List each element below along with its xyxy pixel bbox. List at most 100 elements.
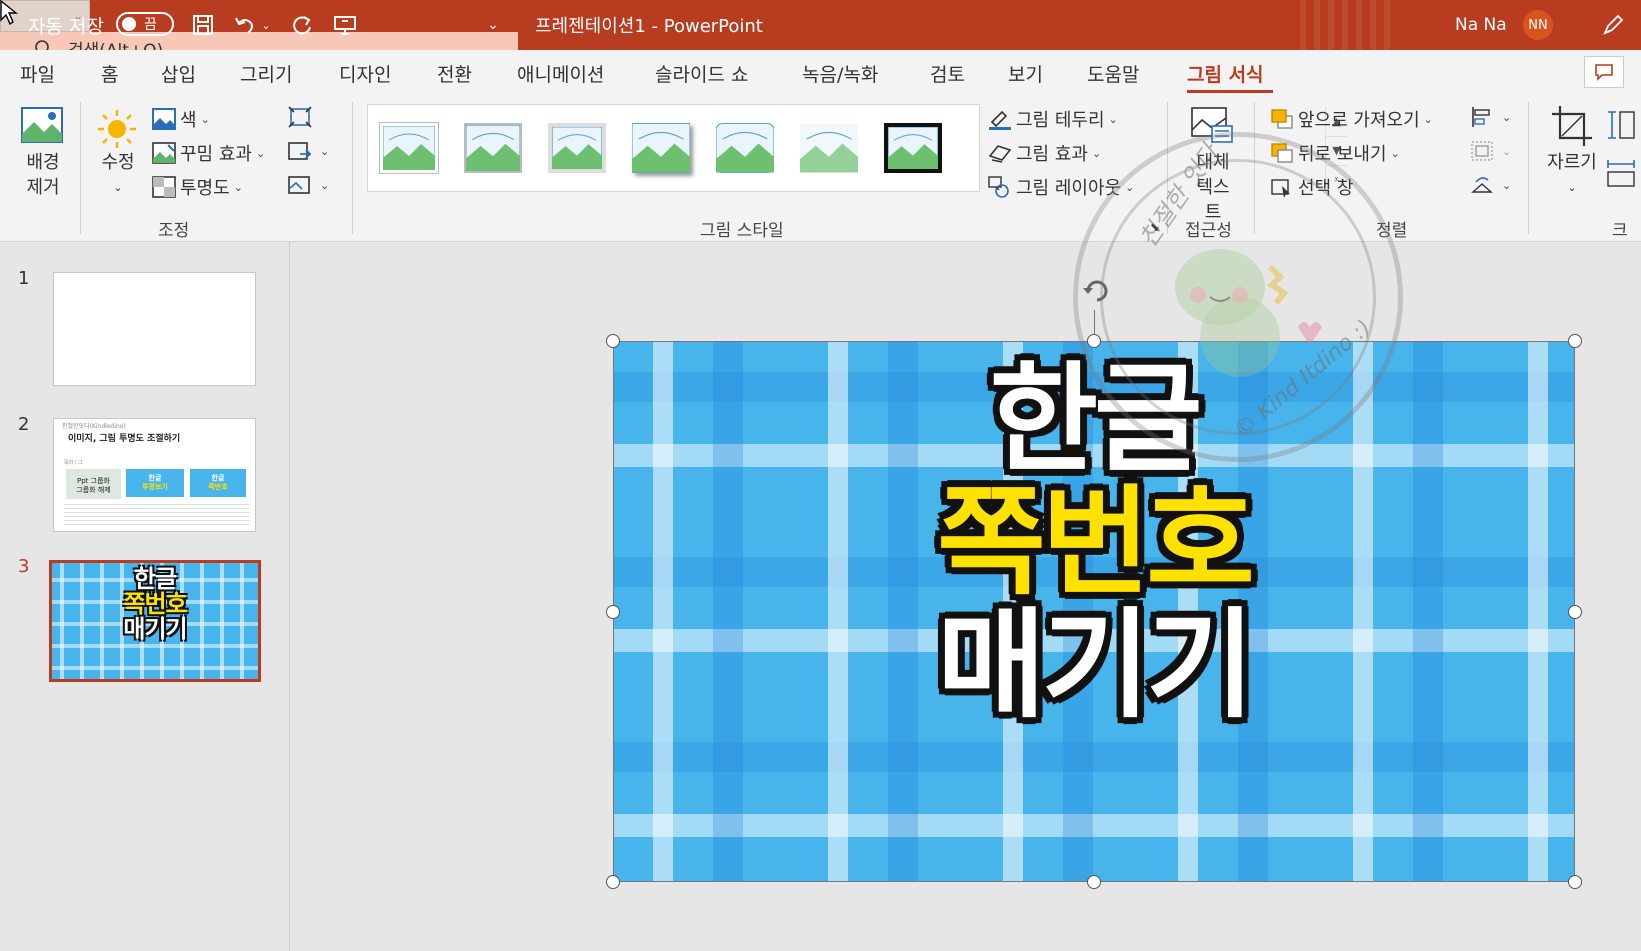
- resize-handle-right[interactable]: [1568, 605, 1582, 619]
- bring-forward-icon: [1271, 109, 1293, 129]
- selection-outline: [613, 341, 1575, 882]
- ribbon: 배경 제거 수정 ⌄ 색 ⌄ 꾸밈 효과 ⌄ 투명도 ⌄ ⌄ ⌄ 조정 ▲ ▼ ⩡ 그림 …: [0, 96, 1641, 266]
- rotate-icon[interactable]: ⌄: [1470, 174, 1511, 196]
- bring-forward-button[interactable]: 앞으로 가져오기 ⌄: [1270, 106, 1433, 132]
- tab-transitions[interactable]: 전환: [437, 60, 472, 87]
- resize-handle-bottom-right[interactable]: [1568, 875, 1582, 889]
- resize-handle-bottom[interactable]: [1087, 875, 1101, 889]
- picture-style-7[interactable]: [884, 123, 942, 173]
- thumb2-title: 이미지, 그림 투명도 조절하기: [68, 434, 181, 444]
- tab-design[interactable]: 디자인: [339, 60, 391, 87]
- designer-pen-icon[interactable]: [1598, 0, 1628, 50]
- title-bar-decoration: [1300, 0, 1390, 50]
- tab-review[interactable]: 검토: [930, 60, 965, 87]
- tab-insert[interactable]: 삽입: [161, 60, 196, 87]
- slide-thumbnail-2[interactable]: 친절한잇다(Kindledino) 이미지, 그림 투명도 조절하기 목차 / …: [53, 418, 256, 532]
- separator: [352, 102, 353, 234]
- thumb2-card-1: Ppt 그룹화 그룹화 해제: [66, 469, 121, 499]
- thumb2-sub: 목차 / 그: [64, 460, 83, 466]
- save-icon[interactable]: [188, 0, 218, 50]
- tab-picture-format[interactable]: 그림 서식: [1187, 60, 1264, 87]
- picture-style-1[interactable]: [380, 123, 438, 173]
- height-icon[interactable]: [1606, 110, 1636, 140]
- reset-picture-icon[interactable]: ⌄: [288, 174, 329, 196]
- picture-styles-gallery: ▲ ▼ ⩡: [367, 104, 1347, 193]
- tab-record[interactable]: 녹음/녹화: [802, 60, 878, 87]
- resize-handle-bottom-left[interactable]: [606, 875, 620, 889]
- compress-pictures-icon[interactable]: [288, 106, 316, 128]
- group-label-adjust: 조정: [158, 221, 190, 241]
- artistic-effects-button[interactable]: 꾸밈 효과 ⌄: [152, 140, 265, 166]
- crop-icon[interactable]: [1550, 104, 1594, 148]
- remove-background-button[interactable]: 배경 제거: [20, 150, 66, 200]
- tab-home[interactable]: 홈: [101, 60, 118, 87]
- document-title: 프레젠테이션1 - PowerPoint: [535, 16, 763, 37]
- user-name[interactable]: Na Na: [1455, 0, 1507, 50]
- picture-style-3[interactable]: [548, 123, 606, 173]
- thumb2-body-lines: [64, 503, 249, 525]
- slide-thumbnail-1[interactable]: [53, 272, 256, 386]
- watermark-stamp: 친절한 잇다 © Kind Itdino :): [1073, 132, 1403, 462]
- active-tab-indicator: [1187, 90, 1273, 93]
- color-button[interactable]: 색 ⌄: [152, 106, 210, 132]
- menu-bar: 파일 홈 삽입 그리기 디자인 전환 애니메이션 슬라이드 쇼 녹음/녹화 검토…: [0, 50, 1641, 96]
- group-objects-icon[interactable]: ⌄: [1470, 140, 1511, 162]
- thumb3-line2: 쪽번호: [123, 590, 187, 618]
- crop-button[interactable]: 자르기 ⌄: [1542, 150, 1602, 200]
- change-picture-icon[interactable]: ⌄: [288, 140, 329, 162]
- title-bar: 자동 저장 끔 ⌄ ⌄ ⌄ 프레젠테이션1 - PowerPoint 검색(Al…: [0, 0, 1641, 65]
- tab-file[interactable]: 파일: [20, 60, 55, 87]
- redo-icon[interactable]: [287, 0, 317, 50]
- tab-view[interactable]: 보기: [1008, 60, 1043, 87]
- autosave-toggle[interactable]: 끔: [116, 12, 174, 36]
- autosave-state: 끔: [144, 17, 157, 33]
- group-label-picture-styles: 그림 스타일: [700, 221, 784, 241]
- slide-number: 1: [18, 268, 30, 289]
- undo-dropdown-icon[interactable]: ⌄: [258, 0, 274, 50]
- comments-button[interactable]: [1584, 56, 1624, 88]
- avatar[interactable]: NN: [1523, 10, 1553, 40]
- picture-border-button[interactable]: 그림 테두리 ⌄: [988, 106, 1118, 132]
- picture-effects-icon: [988, 145, 1012, 163]
- thumb2-header: 친절한잇다(Kindledino): [62, 423, 126, 430]
- width-icon[interactable]: [1606, 158, 1636, 188]
- customize-quick-access-icon[interactable]: ⌄: [478, 0, 508, 50]
- tab-help[interactable]: 도움말: [1087, 60, 1139, 87]
- thumb3-line3: 매기기: [123, 615, 187, 643]
- transparency-icon: [152, 176, 176, 198]
- picture-style-5[interactable]: [715, 122, 775, 174]
- resize-handle-top-left[interactable]: [606, 334, 620, 348]
- corrections-icon[interactable]: [96, 108, 138, 150]
- picture-style-6[interactable]: [800, 123, 858, 173]
- transparency-button[interactable]: 투명도 ⌄: [152, 174, 243, 200]
- artistic-effects-icon: [152, 142, 176, 164]
- picture-effects-button[interactable]: 그림 효과 ⌄: [988, 140, 1101, 166]
- slide-number: 2: [18, 414, 30, 435]
- picture-layout-icon: [988, 176, 1009, 198]
- slide-thumbnail-pane: 1 2 친절한잇다(Kindledino) 이미지, 그림 투명도 조절하기 목…: [0, 242, 290, 951]
- separator: [1528, 102, 1529, 234]
- slide-thumbnail-3[interactable]: 한글 쪽번호 매기기: [49, 560, 261, 682]
- picture-style-2[interactable]: [464, 123, 522, 173]
- thumb2-card-2: 한글 투명보기: [126, 469, 184, 497]
- corrections-button[interactable]: 수정 ⌄: [98, 150, 138, 200]
- resize-handle-top-right[interactable]: [1568, 334, 1582, 348]
- thumb2-card-3: 한글 쪽번호: [190, 469, 246, 497]
- thumb3-line1: 한글: [133, 565, 177, 593]
- undo-icon[interactable]: [230, 0, 260, 50]
- autosave-label: 자동 저장: [28, 15, 104, 38]
- present-icon[interactable]: [330, 0, 360, 50]
- picture-style-4[interactable]: [631, 122, 691, 174]
- remove-background-icon[interactable]: [20, 106, 64, 144]
- resize-handle-left[interactable]: [606, 605, 620, 619]
- dinosaur-mascot-icon: [1160, 227, 1322, 377]
- color-icon: [152, 108, 176, 130]
- separator: [80, 102, 81, 234]
- tab-draw[interactable]: 그리기: [240, 60, 292, 87]
- slide-number-selected: 3: [18, 556, 30, 577]
- pen-border-icon: [989, 110, 1011, 130]
- tab-slideshow[interactable]: 슬라이드 쇼: [655, 60, 748, 87]
- comment-icon: [1595, 64, 1613, 81]
- align-icon[interactable]: ⌄: [1470, 106, 1511, 128]
- tab-animations[interactable]: 애니메이션: [517, 60, 604, 87]
